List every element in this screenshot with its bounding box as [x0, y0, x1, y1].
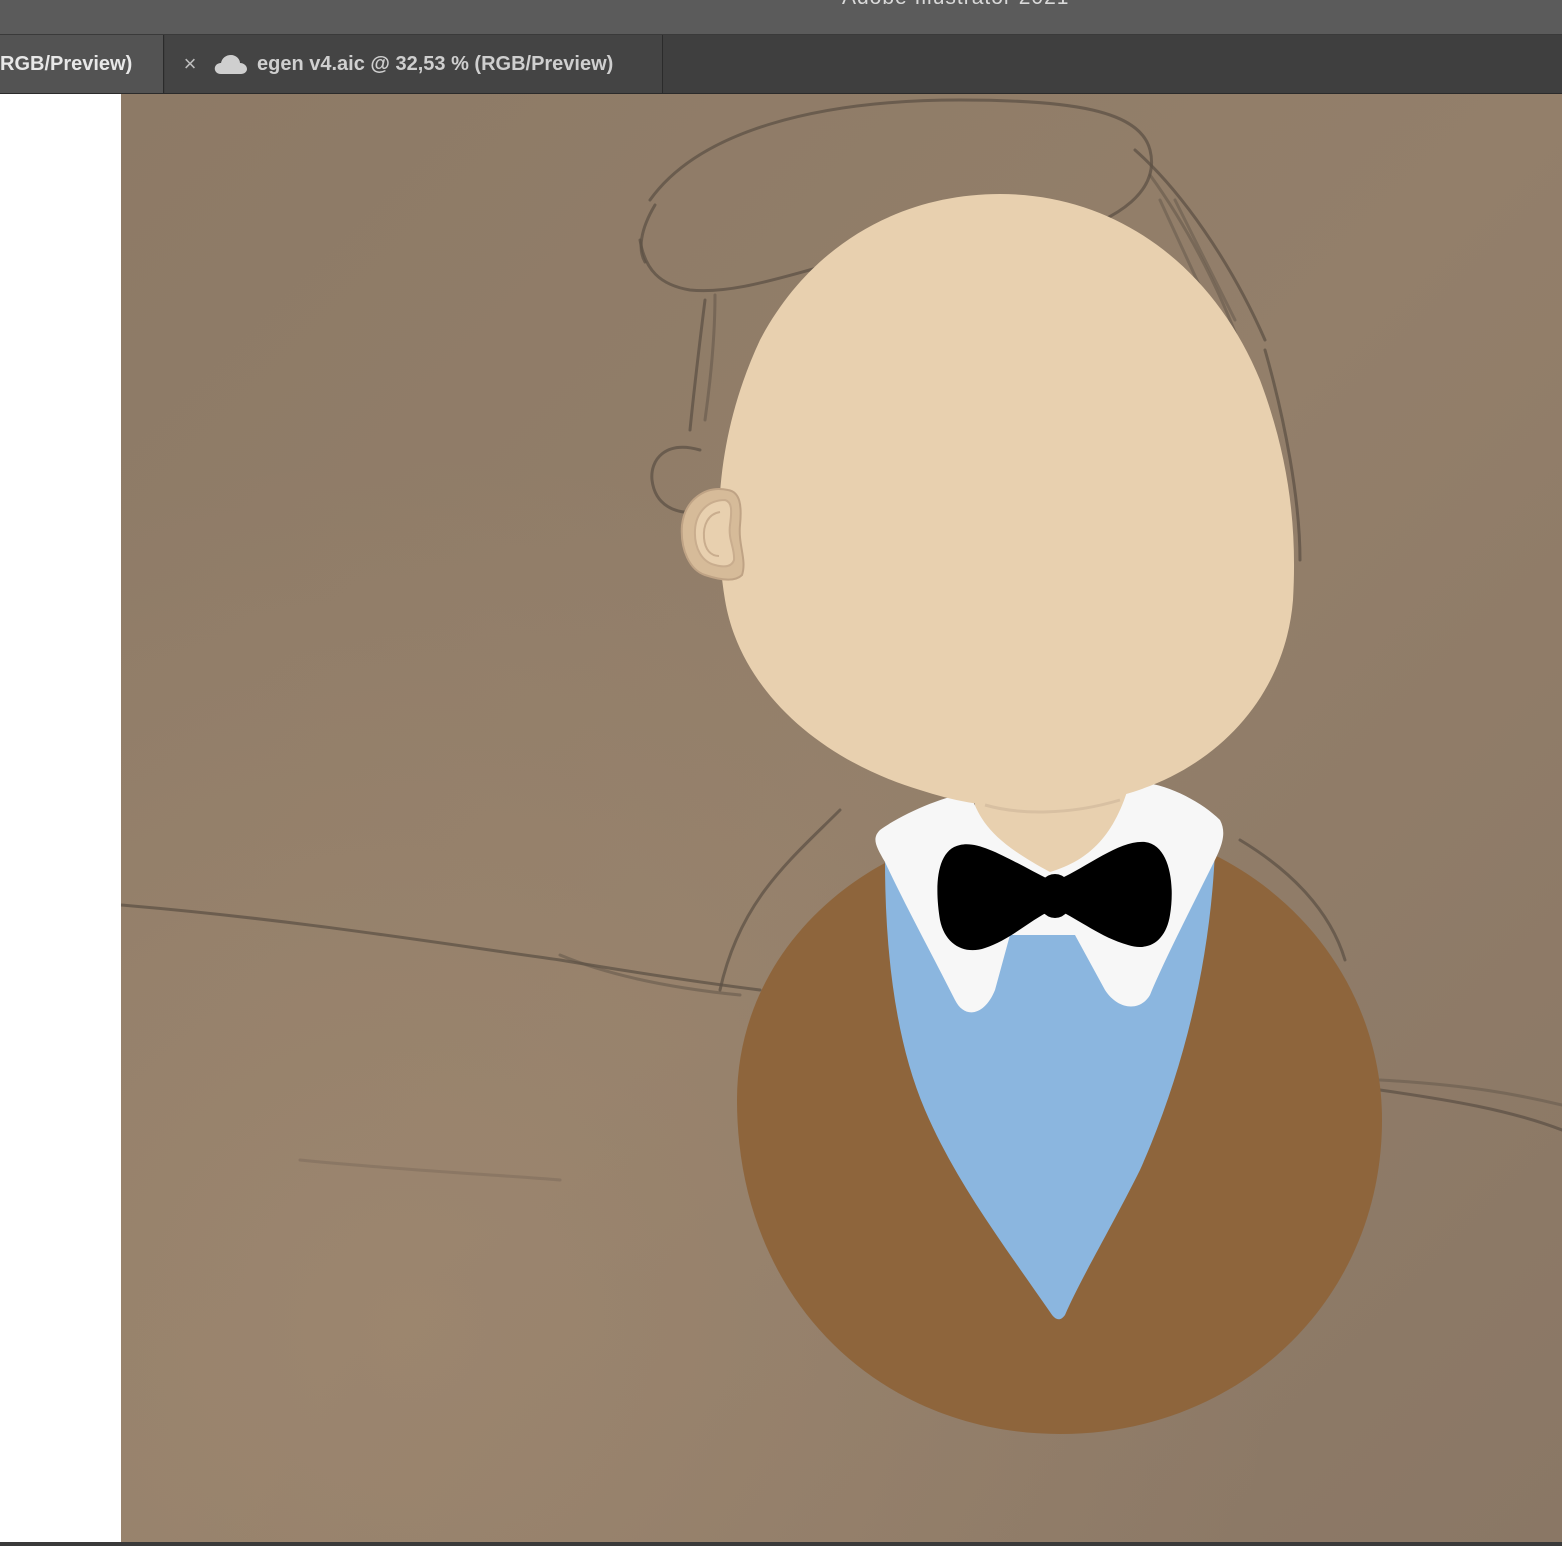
- artwork: [119, 94, 1562, 1542]
- tab-document-2[interactable]: × egen v4.aic @ 32,53 % (RGB/Preview): [165, 35, 663, 93]
- workspace: [0, 94, 1562, 1542]
- tab-document-1-label: RGB/Preview): [0, 52, 133, 75]
- tab-document-2-label: egen v4.aic @ 32,53 % (RGB/Preview): [257, 52, 614, 75]
- artboard-canvas[interactable]: [119, 94, 1562, 1542]
- tab-document-1[interactable]: RGB/Preview): [0, 35, 164, 93]
- app-title: Adobe Illustrator 2021: [842, 0, 1069, 10]
- artboard-edge: [0, 94, 121, 1542]
- cloud-icon: [213, 52, 249, 76]
- document-tab-bar: RGB/Preview) × egen v4.aic @ 32,53 % (RG…: [0, 35, 1562, 94]
- close-icon[interactable]: ×: [179, 51, 201, 77]
- title-bar: Adobe Illustrator 2021: [0, 0, 1562, 35]
- bottom-strip: [0, 1542, 1562, 1546]
